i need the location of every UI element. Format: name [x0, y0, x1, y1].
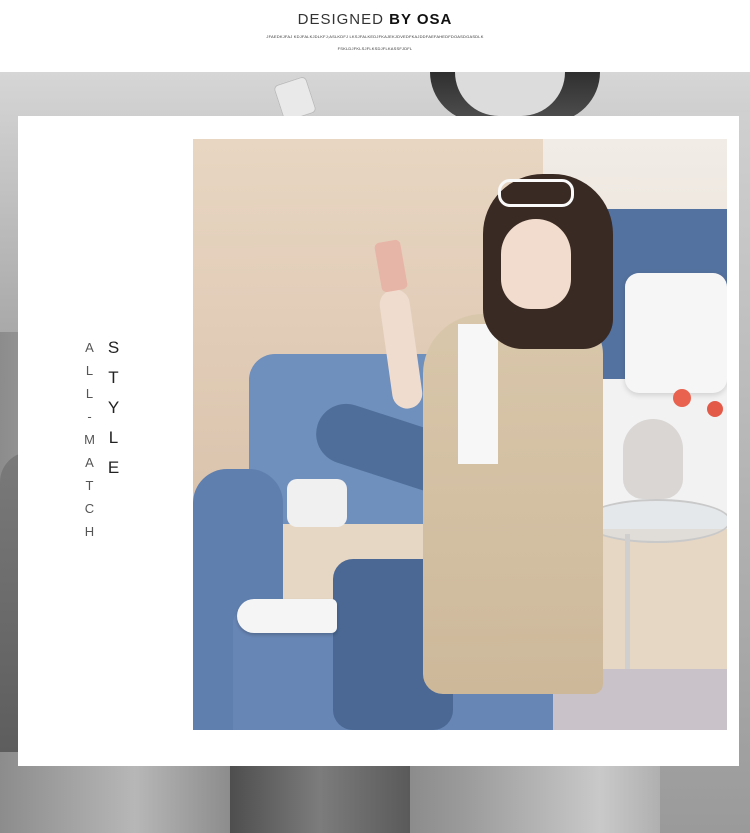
brand-title: DESIGNED BY OSA [0, 11, 750, 28]
photo-trench-coat [423, 314, 603, 694]
brand-title-bold: BY OSA [389, 11, 453, 28]
style-vertical-text: STYLE [104, 338, 123, 488]
photo-pillow [625, 273, 727, 393]
background-legs [230, 762, 410, 833]
photo-face [501, 219, 571, 309]
photo-flower [707, 401, 723, 417]
brand-subtitle-line1: JFAEDKJFAJ KDJFALKJDLKFJ;ASLKDFJ LKSJFAL… [266, 34, 484, 39]
brand-subtitle-line2: FSKLDJFKLSJFLKSDJFLKASSFJDFL [337, 46, 413, 51]
product-photo [193, 139, 727, 730]
photo-sneaker [237, 599, 337, 633]
header: DESIGNED BY OSA JFAEDKJFAJ KDJFALKJDLKFJ… [0, 0, 750, 72]
photo-flower [673, 389, 691, 407]
all-match-vertical-text: ALL-MATCH [82, 340, 97, 547]
photo-bunny-toy [623, 419, 683, 499]
photo-glass-table [583, 499, 727, 543]
photo-sunglasses [498, 179, 574, 207]
brand-title-light: DESIGNED [297, 11, 384, 28]
photo-handbag [287, 479, 347, 527]
photo-shirt [458, 324, 498, 464]
